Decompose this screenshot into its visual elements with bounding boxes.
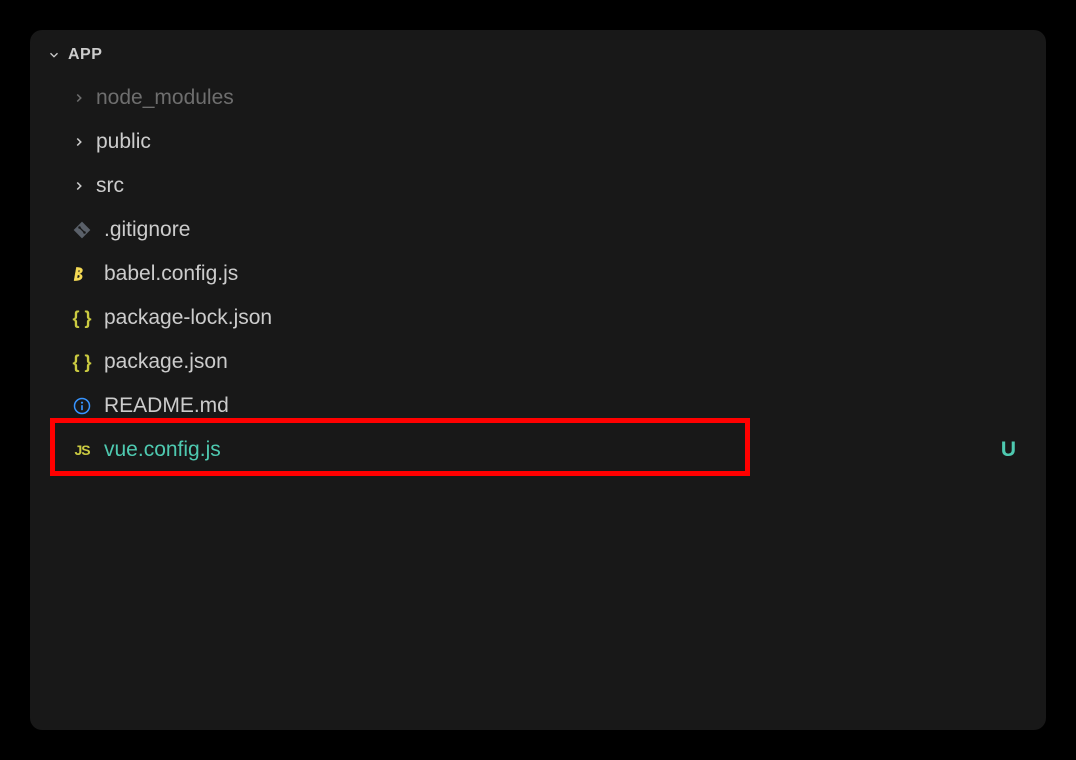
- file-item-vue-config[interactable]: JS vue.config.js U: [30, 428, 1046, 472]
- js-icon: JS: [70, 438, 94, 462]
- file-item-gitignore[interactable]: .gitignore: [30, 208, 1046, 252]
- babel-icon: [70, 262, 94, 286]
- json-icon: { }: [70, 306, 94, 330]
- git-icon: [70, 218, 94, 242]
- section-header[interactable]: APP: [30, 38, 1046, 72]
- folder-label: node_modules: [96, 86, 234, 110]
- folder-label: public: [96, 130, 151, 154]
- folder-item-public[interactable]: public: [30, 120, 1046, 164]
- chevron-right-icon: [70, 177, 88, 195]
- chevron-right-icon: [70, 133, 88, 151]
- file-item-readme[interactable]: README.md: [30, 384, 1046, 428]
- file-label: package.json: [104, 350, 228, 374]
- file-explorer-panel: APP node_modules public: [30, 30, 1046, 730]
- file-label: package-lock.json: [104, 306, 272, 330]
- file-label: README.md: [104, 394, 229, 418]
- chevron-right-icon: [70, 89, 88, 107]
- git-status-badge: U: [1001, 438, 1016, 462]
- folder-label: src: [96, 174, 124, 198]
- file-label: .gitignore: [104, 218, 190, 242]
- file-item-package-lock[interactable]: { } package-lock.json: [30, 296, 1046, 340]
- chevron-down-icon: [46, 47, 62, 63]
- folder-item-src[interactable]: src: [30, 164, 1046, 208]
- section-title: APP: [68, 46, 102, 64]
- file-label: babel.config.js: [104, 262, 238, 286]
- info-icon: [70, 394, 94, 418]
- file-item-babel-config[interactable]: babel.config.js: [30, 252, 1046, 296]
- json-icon: { }: [70, 350, 94, 374]
- file-tree: node_modules public src: [30, 72, 1046, 472]
- file-item-package-json[interactable]: { } package.json: [30, 340, 1046, 384]
- file-label: vue.config.js: [104, 438, 221, 462]
- folder-item-node-modules[interactable]: node_modules: [30, 76, 1046, 120]
